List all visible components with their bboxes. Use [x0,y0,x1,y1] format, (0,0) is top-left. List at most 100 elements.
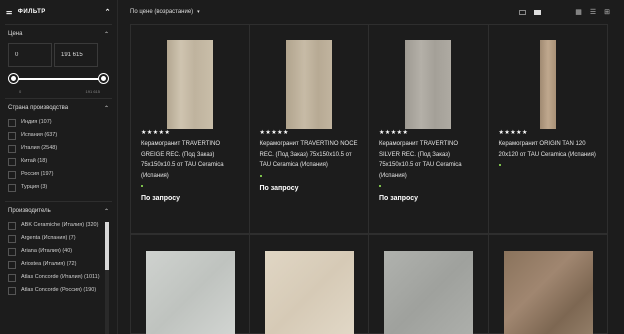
price-min-input[interactable] [8,43,52,67]
price-slider-max-handle[interactable] [99,74,108,83]
chevron-up-icon[interactable]: ⌃ [105,8,111,16]
price-slider[interactable] [9,71,108,87]
product-image[interactable] [146,251,235,334]
manufacturer-label: Argenta (Испания) (7) [21,235,76,241]
product-image[interactable] [264,251,354,334]
manufacturer-panel: Производитель ⌃ ABK Ceramiche (Италия) (… [5,201,112,334]
price-slider-min-handle[interactable] [9,74,18,83]
chevron-up-icon[interactable]: ⌃ [104,31,109,38]
chevron-up-icon[interactable]: ⌃ [104,208,109,215]
product-price: По запросу [259,184,299,192]
view-switcher: ▦ ☰ ⊞ [519,8,610,16]
manufacturer-item[interactable]: ABK Ceramiche (Италия) (320) [8,222,100,230]
checkbox[interactable] [8,248,16,256]
product-card[interactable] [369,234,489,334]
caret-down-icon: ▾ [197,9,200,15]
product-title[interactable]: Керамогранит TRAVERTINO SILVER REC. (Под… [379,139,478,181]
product-image-wrap[interactable] [499,25,598,129]
price-title: Цена [8,31,23,37]
product-card[interactable] [249,234,369,334]
manufacturer-list: ABK Ceramiche (Италия) (320) Argenta (Ис… [5,220,112,304]
country-item[interactable]: Испания (637) [8,132,109,140]
country-list: Индия (107) Испания (637) Италия (2548) … [5,117,112,201]
availability-dot [141,185,143,187]
sort-label: По цене (возрастание) [130,9,194,15]
product-card[interactable]: ★★★★★ Керамогранит TRAVERTINO GREIGE REC… [130,24,250,234]
country-item[interactable]: Италия (2548) [8,145,109,153]
scrollbar-thumb[interactable] [105,222,109,270]
manufacturer-label: Atlas Concorde (Италия) (1011) [21,274,100,280]
product-image[interactable] [539,40,556,129]
chevron-up-icon[interactable]: ⌃ [104,105,109,112]
filter-sidebar: ⚌ ФИЛЬТР ⌃ Цена ⌃ 0 191 615 0 191 615 Ст… [0,0,118,334]
country-item[interactable]: Россия (197) [8,171,109,179]
checkbox[interactable] [8,274,16,282]
checkbox[interactable] [8,171,16,179]
tile-view-icon[interactable]: ⊞ [604,8,610,16]
product-image-wrap[interactable] [379,25,478,129]
country-panel-header[interactable]: Страна производства ⌃ [5,99,112,117]
catalog-toolbar: По цене (возрастание) ▾ ▦ ☰ ⊞ [118,0,624,24]
country-item[interactable]: Индия (107) [8,119,109,127]
product-image[interactable] [405,40,452,129]
large-view-icon[interactable] [534,9,542,15]
checkbox[interactable] [8,222,16,230]
manufacturer-label: Atlas Concorde (Россия) (190) [21,287,97,293]
manufacturer-item[interactable]: Atlas Concorde (Италия) (1011) [8,274,100,282]
country-label: Испания (637) [21,132,58,138]
price-inputs [8,43,109,67]
product-card[interactable]: ★★★★★ Керамогранит TRAVERTINO NOCE REC. … [249,24,369,234]
list-view-icon[interactable]: ☰ [590,8,596,16]
compact-view-icon[interactable] [519,9,527,15]
product-card[interactable] [130,234,250,334]
product-title[interactable]: Керамогранит TRAVERTINO NOCE REC. (Под З… [260,139,359,171]
product-image-wrap[interactable] [141,25,239,129]
rating-stars: ★★★★★ [379,130,409,136]
manufacturer-item[interactable]: Atlas Concorde (Россия) (190) [8,287,100,295]
product-title[interactable]: Керамогранит ORIGIN TAN 120 20x120 от TA… [499,139,598,160]
country-label: Китай (18) [21,158,48,164]
rating-stars: ★★★★★ [259,130,289,136]
country-label: Турция (3) [21,184,48,190]
checkbox[interactable] [8,235,16,243]
availability-dot [498,164,501,166]
product-image[interactable] [166,40,213,129]
manufacturer-item[interactable]: Argenta (Испания) (7) [8,235,100,243]
price-panel-header[interactable]: Цена ⌃ [5,25,112,43]
product-image[interactable] [384,251,473,334]
rating-stars: ★★★★★ [498,130,528,136]
product-card[interactable]: ★★★★★ Керамогранит ORIGIN TAN 120 20x120… [488,24,608,234]
country-label: Италия (2548) [21,145,58,151]
checkbox[interactable] [8,287,16,295]
country-item[interactable]: Китай (18) [8,158,109,166]
manufacturer-item[interactable]: Ariostea (Италия) (72) [8,261,100,269]
product-title[interactable]: Керамогранит TRAVERTINO GREIGE REC. (Под… [141,139,239,181]
manufacturer-panel-header[interactable]: Производитель ⌃ [5,202,112,220]
manufacturer-label: Ariana (Италия) (40) [21,248,73,254]
checkbox[interactable] [8,184,16,192]
country-item[interactable]: Турция (3) [8,184,109,192]
price-max-input[interactable] [54,43,98,67]
manufacturer-item[interactable]: Ariana (Италия) (40) [8,248,100,256]
product-image[interactable] [285,40,332,129]
checkbox[interactable] [8,158,16,166]
product-card[interactable] [488,234,608,334]
checkbox[interactable] [8,261,16,269]
sort-dropdown[interactable]: По цене (возрастание) ▾ [130,9,200,15]
product-card[interactable]: ★★★★★ Керамогранит TRAVERTINO SILVER REC… [369,24,489,234]
manufacturer-title: Производитель [8,208,51,214]
checkbox[interactable] [8,145,16,153]
product-image-wrap[interactable] [260,25,359,129]
checkbox[interactable] [8,119,16,127]
country-title: Страна производства [8,105,69,111]
product-price: По запросу [379,195,419,202]
checkbox[interactable] [8,132,16,140]
country-label: Россия (197) [21,171,54,177]
price-panel: Цена ⌃ 0 191 615 [5,24,112,94]
product-image[interactable] [503,251,593,334]
availability-dot [259,174,262,177]
filter-header[interactable]: ⚌ ФИЛЬТР ⌃ [0,0,117,24]
grid-view-icon[interactable]: ▦ [575,8,582,16]
slider-min-label: 0 [19,89,22,94]
manufacturer-scrollbar[interactable] [105,222,109,334]
